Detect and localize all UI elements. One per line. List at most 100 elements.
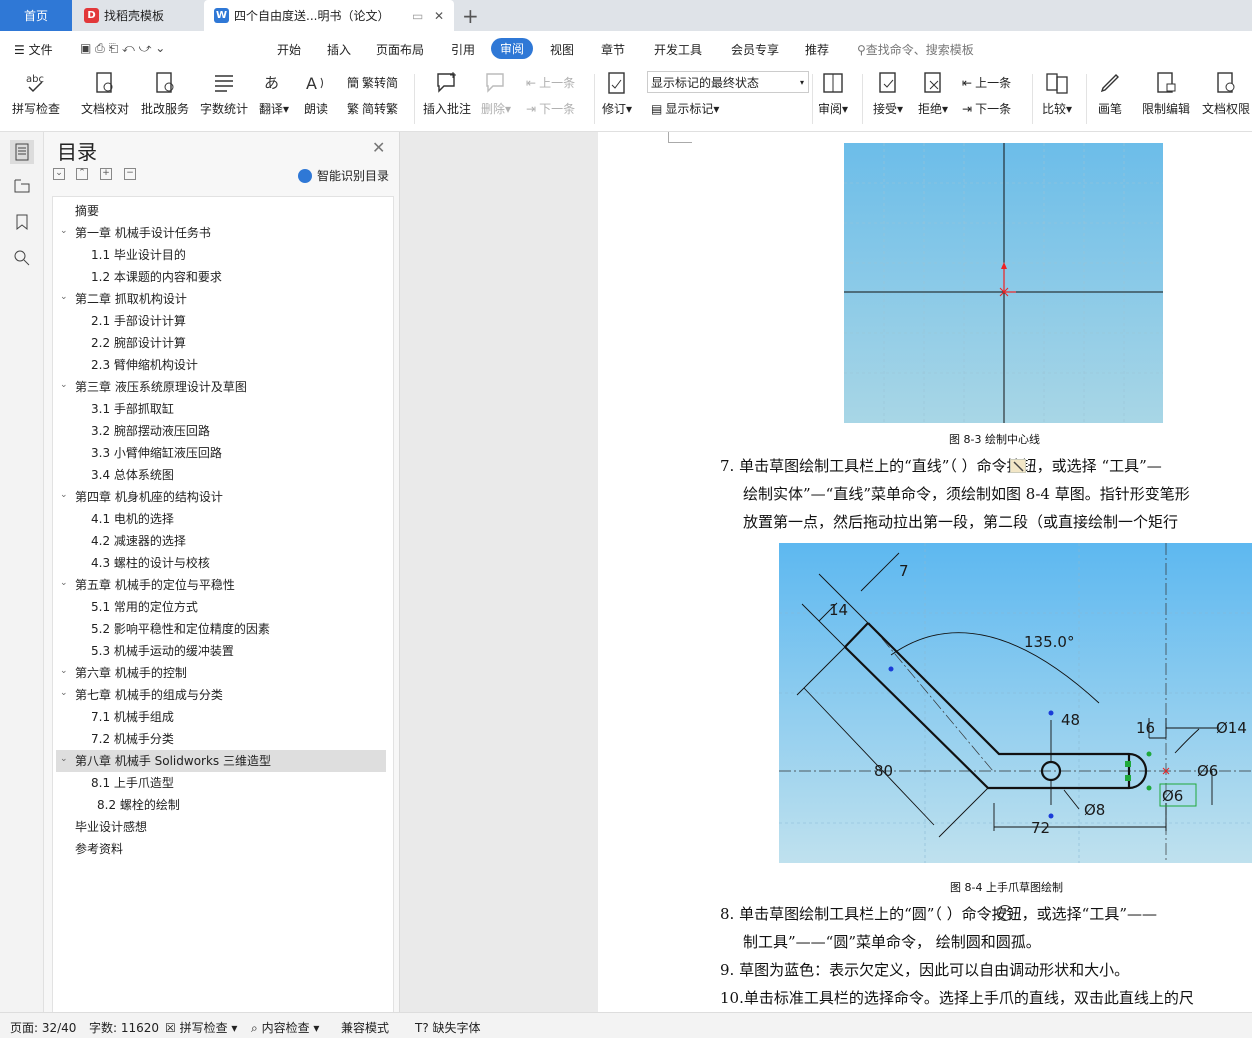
toc-item[interactable]: 7.2 机械手分类 <box>91 728 174 750</box>
spell-check-button[interactable]: abc 拼写检查 <box>12 70 60 117</box>
toc-item[interactable]: 摘要 <box>75 200 99 222</box>
toc-chapter-item[interactable]: 第四章 机身机座的结构设计 <box>75 486 223 508</box>
read-aloud-button[interactable]: A 朗读 <box>303 70 329 117</box>
toc-item[interactable]: 8.1 上手爪造型 <box>91 772 174 794</box>
menu-start[interactable]: 开始 <box>277 41 301 58</box>
search-icon[interactable] <box>12 248 32 268</box>
pen-button[interactable]: 画笔 <box>1097 70 1123 117</box>
toc-chapter-item[interactable]: 第二章 抓取机构设计 <box>75 288 187 310</box>
toc-item[interactable]: 5.1 常用的定位方式 <box>91 596 198 618</box>
toc-item[interactable]: 8.2 螺栓的绘制 <box>97 794 180 816</box>
menu-devtools[interactable]: 开发工具 <box>654 41 702 58</box>
navigation-icon[interactable] <box>12 176 32 196</box>
doc-rights-button[interactable]: 文档权限 <box>1202 70 1250 117</box>
menu-chapter[interactable]: 章节 <box>601 41 625 58</box>
review-pane-button[interactable]: 审阅▾ <box>818 70 848 117</box>
chevron-down-icon[interactable]: ⌄ <box>60 578 68 588</box>
close-tab-icon[interactable]: ✕ <box>434 9 444 23</box>
proofread-button[interactable]: 文档校对 <box>81 70 129 117</box>
toc-item[interactable]: 3.4 总体系统图 <box>91 464 174 486</box>
toc-item[interactable]: 1.1 毕业设计目的 <box>91 244 186 266</box>
compare-button[interactable]: 比较▾ <box>1042 70 1072 117</box>
chevron-down-icon[interactable]: ⌄ <box>60 754 68 764</box>
chevron-down-icon[interactable]: ⌄ <box>60 490 68 500</box>
compare-label: 比较▾ <box>1042 102 1073 116</box>
toc-item[interactable]: 3.1 手部抓取缸 <box>91 398 174 420</box>
toc-item[interactable]: 7.1 机械手组成 <box>91 706 174 728</box>
prev-change-button[interactable]: ⇤ 上一条 <box>962 74 1011 91</box>
new-tab-icon[interactable]: + <box>462 4 479 28</box>
toc-item[interactable]: 4.1 电机的选择 <box>91 508 174 530</box>
command-search[interactable]: ⚲查找命令、搜索模板 <box>857 41 974 58</box>
spell-check-status[interactable]: ☒ 拼写检查 ▾ <box>165 1019 237 1036</box>
chevron-down-icon[interactable]: ⌄ <box>60 226 68 236</box>
toc-chapter-item[interactable]: 第八章 机械手 Solidworks 三维造型 <box>75 750 271 772</box>
menu-recommend[interactable]: 推荐 <box>805 41 829 58</box>
menu-reference[interactable]: 引用 <box>451 41 475 58</box>
page-indicator[interactable]: 页面: 32/40 <box>10 1019 76 1036</box>
chevron-down-icon[interactable]: ⌄ <box>60 688 68 698</box>
toc-item[interactable]: 3.3 小臂伸缩缸液压回路 <box>91 442 222 464</box>
toc-item[interactable]: 4.2 减速器的选择 <box>91 530 186 552</box>
toc-item[interactable]: 1.2 本课题的内容和要求 <box>91 266 222 288</box>
add-level-icon[interactable]: + <box>100 168 112 180</box>
reject-button[interactable]: 拒绝▾ <box>918 70 948 117</box>
toc-chapter-item[interactable]: 第三章 液压系统原理设计及草图 <box>75 376 247 398</box>
toc-item[interactable]: 2.1 手部设计计算 <box>91 310 186 332</box>
corner-mark <box>668 132 669 142</box>
toc-item[interactable]: 3.2 腕部摆动液压回路 <box>91 420 210 442</box>
lock-icon <box>1157 72 1176 93</box>
file-menu[interactable]: ☰ 文件 <box>14 41 53 58</box>
chevron-down-icon[interactable]: ⌄ <box>60 666 68 676</box>
translate-button[interactable]: あ翻译▾ <box>259 70 289 117</box>
toc-item[interactable]: 参考资料 <box>75 838 123 860</box>
toc-chapter-item[interactable]: 第六章 机械手的控制 <box>75 662 187 684</box>
next-comment-button[interactable]: ⇥ 下一条 <box>526 100 575 117</box>
expand-up-icon[interactable]: ⌃ <box>76 168 88 180</box>
toc-chapter-item[interactable]: 第五章 机械手的定位与平稳性 <box>75 574 235 596</box>
toc-chapter-item[interactable]: 第七章 机械手的组成与分类 <box>75 684 223 706</box>
menu-insert[interactable]: 插入 <box>327 41 351 58</box>
revise-button[interactable]: 修订▾ <box>602 70 632 117</box>
restrict-edit-button[interactable]: 限制编辑 <box>1142 70 1190 117</box>
collapse-all-icon[interactable]: ⌄ <box>53 168 65 180</box>
tab-template[interactable]: D 找稻壳模板 <box>74 0 202 31</box>
next-change-button[interactable]: ⇥ 下一条 <box>962 100 1011 117</box>
correction-service-button[interactable]: 批改服务 <box>141 70 189 117</box>
chevron-down-icon[interactable]: ⌄ <box>60 380 68 390</box>
toc-item[interactable]: 4.3 螺柱的设计与校核 <box>91 552 210 574</box>
close-icon[interactable]: ✕ <box>372 138 385 157</box>
toc-icon[interactable] <box>10 140 34 164</box>
word-count-status[interactable]: 字数: 11620 <box>89 1019 159 1036</box>
remove-level-icon[interactable]: − <box>124 168 136 180</box>
accept-button[interactable]: 接受▾ <box>873 70 903 117</box>
word-count-button[interactable]: 字数统计 <box>200 70 248 117</box>
menu-review[interactable]: 审阅 <box>491 38 534 59</box>
delete-comment-button[interactable]: 删除▾ <box>481 70 511 117</box>
quick-tools[interactable]: ▣ ⎙ ⎗ ⤺ ⤻ ⌄ <box>80 41 165 56</box>
chevron-down-icon[interactable]: ⌄ <box>60 292 68 302</box>
markup-state-select[interactable]: 显示标记的最终状态 ▾ <box>647 71 809 93</box>
toc-item[interactable]: 5.3 机械手运动的缓冲装置 <box>91 640 234 662</box>
menu-member[interactable]: 会员专享 <box>731 41 779 58</box>
toc-chapter-item[interactable]: 第一章 机械手设计任务书 <box>75 222 211 244</box>
show-markup-button[interactable]: ▤ 显示标记 ▾ <box>651 100 719 117</box>
toc-item[interactable]: 5.2 影响平稳性和定位精度的因素 <box>91 618 270 640</box>
smart-toc-button[interactable]: 智能识别目录 <box>298 167 389 184</box>
bookmark-icon[interactable] <box>12 212 32 232</box>
content-check-status[interactable]: ⌕ 内容检查 ▾ <box>251 1019 319 1036</box>
trad-to-simp-button[interactable]: 簡繁转简 <box>347 74 398 91</box>
toc-item[interactable]: 毕业设计感想 <box>75 816 147 838</box>
menu-layout[interactable]: 页面布局 <box>376 41 424 58</box>
simp-to-trad-button[interactable]: 繁简转繁 <box>347 100 398 117</box>
prev-comment-button[interactable]: ⇤ 上一条 <box>526 74 575 91</box>
tab-document[interactable]: W 四个自由度送...明书（论文） ▭ ✕ <box>204 0 454 31</box>
missing-font-status[interactable]: T? 缺失字体 <box>415 1019 481 1036</box>
insert-comment-button[interactable]: 插入批注 <box>423 70 471 117</box>
toc-item[interactable]: 2.3 臂伸缩机构设计 <box>91 354 198 376</box>
toc-item[interactable]: 2.2 腕部设计计算 <box>91 332 186 354</box>
tab-home[interactable]: 首页 <box>0 0 72 31</box>
pin-icon[interactable]: ▭ <box>412 9 423 23</box>
menu-view[interactable]: 视图 <box>550 41 574 58</box>
delete-comment-text: 删除 <box>481 102 506 116</box>
